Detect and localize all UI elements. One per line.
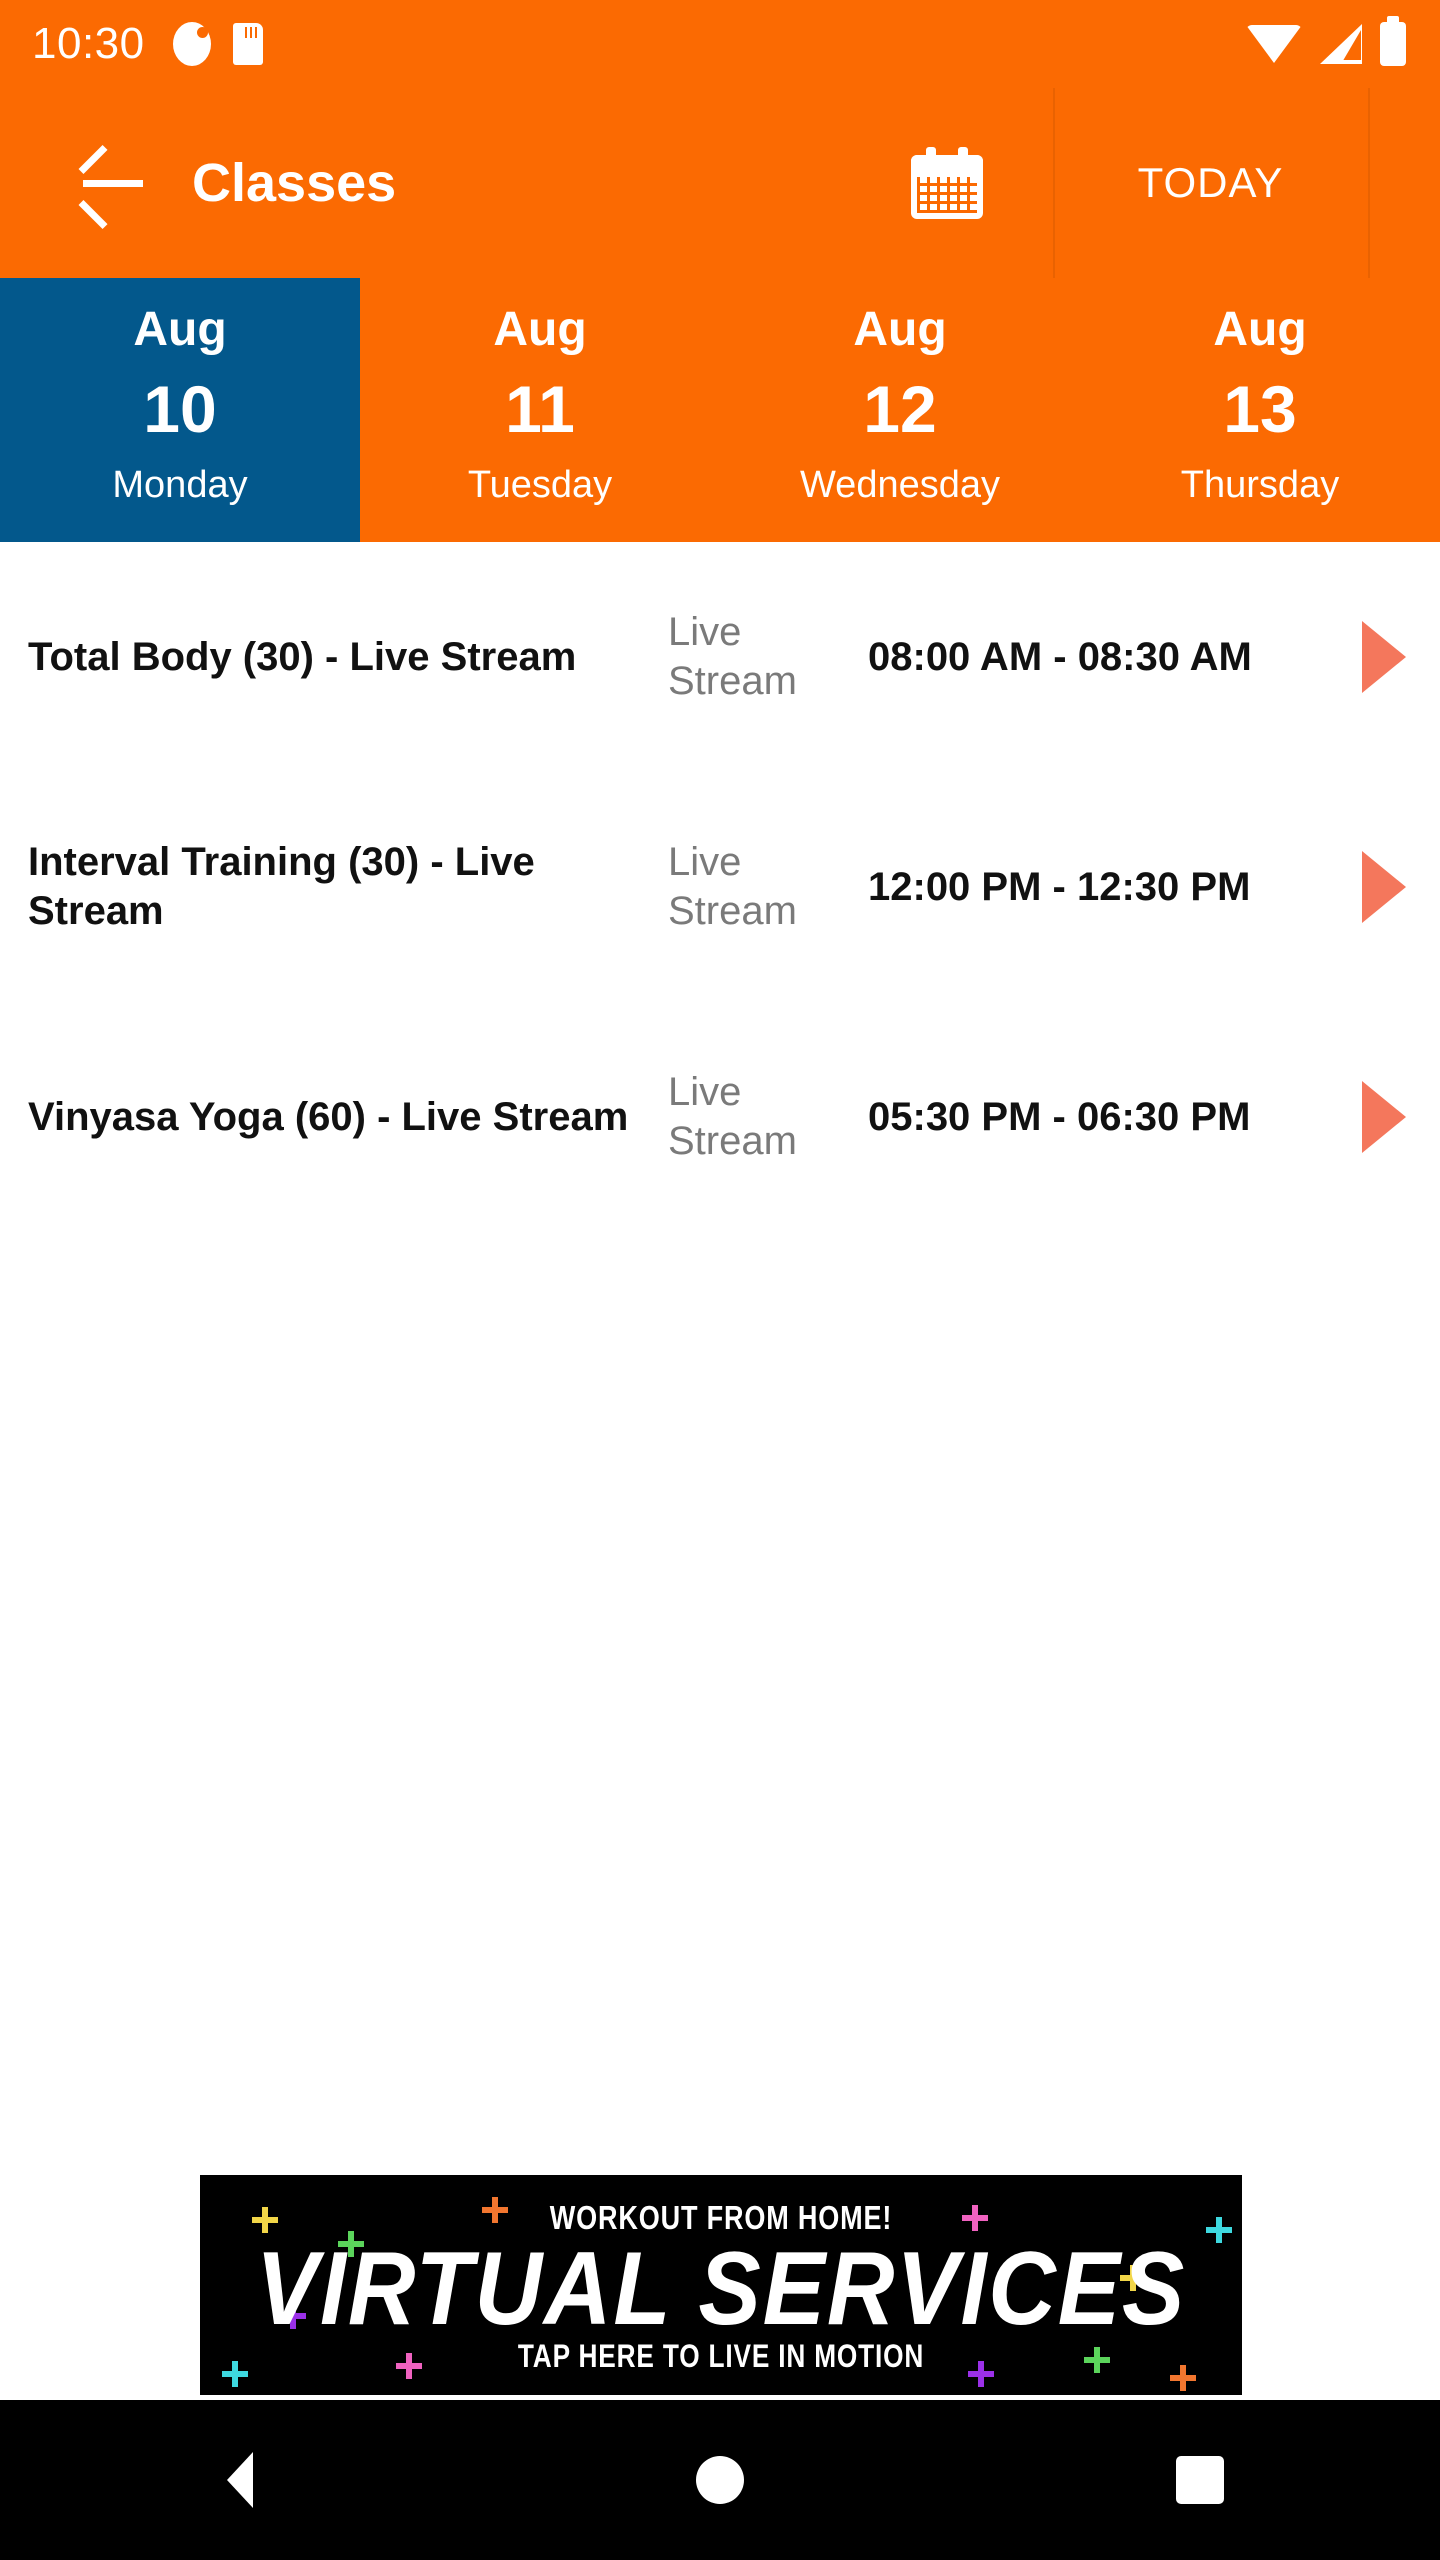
class-list: Total Body (30) - Live Stream Live Strea… xyxy=(0,542,1440,1232)
nav-back-icon xyxy=(227,2452,253,2508)
nav-home-button[interactable] xyxy=(480,2456,960,2504)
date-tab-month: Aug xyxy=(853,303,947,356)
banner-ad[interactable]: WORKOUT FROM HOME! VIRTUAL SERVICES TAP … xyxy=(200,2175,1242,2395)
play-arrow-icon xyxy=(1362,1081,1406,1153)
status-bar: 10:30 xyxy=(0,0,1440,88)
sparkle-icon xyxy=(1206,2217,1232,2243)
nav-recents-icon xyxy=(1176,2456,1224,2504)
divider xyxy=(1053,88,1055,278)
class-row[interactable]: Interval Training (30) - Live Stream Liv… xyxy=(0,772,1440,1002)
sd-card-icon xyxy=(232,23,263,65)
date-tab-weekday: Tuesday xyxy=(467,464,613,506)
app-bar-edge xyxy=(1368,88,1440,278)
battery-icon xyxy=(1380,16,1406,66)
calendar-picker-button[interactable] xyxy=(841,88,1053,278)
class-name: Total Body (30) - Live Stream xyxy=(28,634,577,679)
class-time: 05:30 PM - 06:30 PM xyxy=(868,1095,1251,1139)
class-name: Vinyasa Yoga (60) - Live Stream xyxy=(28,1094,629,1139)
date-tab-month: Aug xyxy=(493,303,587,356)
play-arrow-icon xyxy=(1362,851,1406,923)
class-row-action[interactable] xyxy=(1348,621,1420,693)
today-button[interactable]: TODAY xyxy=(1053,88,1368,278)
wifi-icon xyxy=(1246,25,1302,63)
nav-back-button[interactable] xyxy=(0,2452,480,2508)
sparkle-icon xyxy=(222,2361,248,2387)
date-tab-day: 11 xyxy=(505,372,575,446)
app-bar: Classes TODAY xyxy=(0,88,1440,278)
nav-home-icon xyxy=(696,2456,744,2504)
status-right-icons xyxy=(1246,16,1406,66)
class-row-action[interactable] xyxy=(1348,851,1420,923)
calendar-icon xyxy=(911,147,983,219)
banner-title: VIRTUAL SERVICES xyxy=(255,2231,1187,2347)
class-time: 08:00 AM - 08:30 AM xyxy=(868,635,1252,679)
date-tab-weekday: Thursday xyxy=(1180,464,1340,506)
banner-call-to-action: TAP HERE TO LIVE IN MOTION xyxy=(517,2338,925,2374)
date-tab-day: 13 xyxy=(1223,372,1297,446)
status-left-icons xyxy=(172,22,263,66)
date-tab-day: 10 xyxy=(143,372,217,446)
sparkle-icon xyxy=(252,2207,278,2233)
play-arrow-icon xyxy=(1362,621,1406,693)
class-type: Live Stream xyxy=(668,1070,797,1163)
class-row[interactable]: Vinyasa Yoga (60) - Live Stream Live Str… xyxy=(0,1002,1440,1232)
class-row-action[interactable] xyxy=(1348,1081,1420,1153)
class-type: Live Stream xyxy=(668,610,797,703)
divider xyxy=(1368,88,1370,278)
class-row[interactable]: Total Body (30) - Live Stream Live Strea… xyxy=(0,542,1440,772)
date-tab-month: Aug xyxy=(133,303,227,356)
class-name: Interval Training (30) - Live Stream xyxy=(28,840,535,933)
do-not-disturb-icon xyxy=(172,22,211,66)
date-tab-weekday: Wednesday xyxy=(800,464,1000,506)
back-button[interactable] xyxy=(52,123,172,243)
date-tab-day: 12 xyxy=(863,372,937,446)
class-time: 12:00 PM - 12:30 PM xyxy=(868,865,1251,909)
today-button-label: TODAY xyxy=(1137,159,1284,206)
sparkle-icon xyxy=(1170,2365,1196,2391)
cellular-signal-icon xyxy=(1320,24,1362,64)
android-navigation-bar xyxy=(0,2400,1440,2560)
page-title: Classes xyxy=(192,153,397,213)
nav-recents-button[interactable] xyxy=(960,2456,1440,2504)
date-tab-month: Aug xyxy=(1213,303,1307,356)
date-tab-weekday: Monday xyxy=(112,464,248,506)
class-type: Live Stream xyxy=(668,840,797,933)
status-clock: 10:30 xyxy=(32,19,145,68)
arrow-back-icon xyxy=(78,144,145,230)
app-bar-actions: TODAY xyxy=(841,88,1440,278)
